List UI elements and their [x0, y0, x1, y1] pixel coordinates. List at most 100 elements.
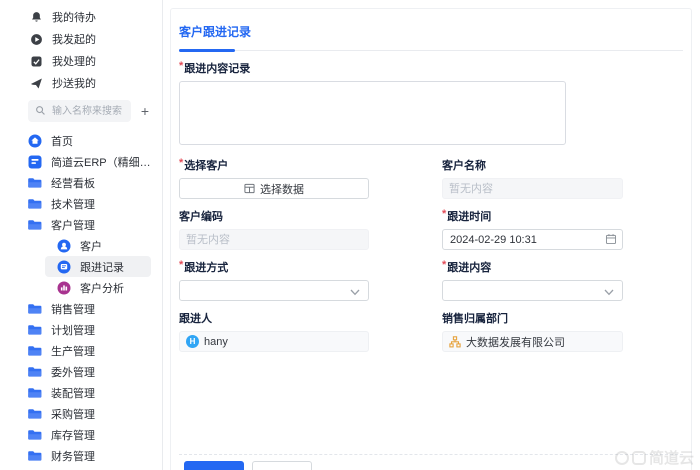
field-label-customer-name: 客户名称 — [442, 160, 486, 172]
required-mark: * — [442, 208, 447, 220]
sidebar-item-cc-to-me[interactable]: 抄送我的 — [0, 72, 162, 94]
paper-plane-icon — [30, 77, 43, 90]
sidebar-item-label: 我的待办 — [52, 12, 96, 24]
sales-department-value: 大数据发展有限公司 — [466, 336, 565, 349]
chevron-down-icon — [604, 289, 614, 296]
sidebar-item-plan-mgmt[interactable]: 计划管理 — [0, 319, 162, 340]
required-mark: * — [179, 259, 184, 271]
sidebar-item-my-processed[interactable]: 我处理的 — [0, 50, 162, 72]
sidebar-item-label: 生产管理 — [51, 345, 95, 358]
form-title: 客户跟进记录 — [179, 25, 252, 39]
search-icon — [35, 105, 46, 116]
field-label-follow-time: * 跟进时间 — [442, 208, 492, 223]
sidebar-item-label: 库存管理 — [51, 429, 95, 442]
sidebar-item-sales-mgmt[interactable]: 销售管理 — [0, 298, 162, 319]
folder-icon — [28, 365, 42, 378]
calendar-icon[interactable] — [605, 233, 617, 245]
sidebar-item-home[interactable]: 首页 — [0, 130, 162, 151]
sidebar-item-label: 首页 — [51, 135, 73, 148]
folder-icon — [28, 386, 42, 399]
sidebar-item-label: 经营看板 — [51, 177, 95, 190]
sidebar-item-customer[interactable]: 客户 — [0, 235, 162, 256]
field-label-follow-content: * 跟进内容 — [442, 259, 492, 274]
bell-icon — [30, 11, 43, 24]
process-icon — [30, 55, 43, 68]
sidebar-item-purchase-mgmt[interactable]: 采购管理 — [0, 403, 162, 424]
folder-icon — [28, 323, 42, 336]
follow-person-field: H hany — [179, 331, 369, 352]
follow-time-input[interactable] — [442, 229, 623, 250]
sidebar-item-app[interactable]: 简道云ERP（精细版-离散MTO）「... — [0, 151, 162, 172]
sidebar-item-label: 我处理的 — [52, 56, 96, 68]
sidebar-item-label: 采购管理 — [51, 408, 95, 421]
field-label-follow-content-record: * 跟进内容记录 — [179, 60, 251, 75]
app-window: 我的待办 我发起的 我处理的 抄送我的 输入名称来搜索 + 首页 简道云ERP（… — [0, 0, 700, 470]
sidebar-item-label: 计划管理 — [51, 324, 95, 337]
folder-icon — [28, 197, 42, 210]
required-mark: * — [179, 60, 184, 72]
sidebar-item-label: 我发起的 — [52, 34, 96, 46]
sidebar-item-finance-mgmt[interactable]: 财务管理 — [0, 445, 162, 466]
sidebar-item-customer-analysis[interactable]: 客户分析 — [0, 277, 162, 298]
follow-person-value: hany — [204, 335, 228, 348]
sidebar-item-tech-mgmt[interactable]: 技术管理 — [0, 193, 162, 214]
customer-icon — [57, 239, 71, 253]
follow-content-select[interactable] — [442, 280, 623, 301]
sidebar-item-label: 抄送我的 — [52, 78, 96, 90]
folder-icon — [28, 344, 42, 357]
sidebar-item-label: 技术管理 — [51, 198, 95, 211]
avatar: H — [186, 335, 199, 348]
sidebar-item-label: 委外管理 — [51, 366, 95, 379]
secondary-button[interactable] — [252, 461, 312, 470]
folder-icon — [28, 428, 42, 441]
form-buttons — [184, 461, 312, 470]
sidebar-item-label: 客户管理 — [51, 219, 95, 232]
sidebar-item-dashboard[interactable]: 经营看板 — [0, 172, 162, 193]
title-underline — [179, 48, 683, 52]
org-chart-icon — [449, 335, 461, 348]
select-data-icon — [244, 183, 255, 194]
sidebar-item-inventory-mgmt[interactable]: 库存管理 — [0, 424, 162, 445]
progress-bar — [179, 49, 235, 52]
field-label-follow-person: 跟进人 — [179, 313, 212, 325]
customer-code-input — [179, 229, 369, 250]
field-label-customer-code: 客户编码 — [179, 211, 223, 223]
form-panel: 客户跟进记录 * 跟进内容记录 * 选择客户 选择数据 客户名称 暂无内容 客户… — [170, 8, 692, 470]
select-data-button[interactable]: 选择数据 — [179, 178, 369, 199]
field-label-sales-department: 销售归属部门 — [442, 313, 508, 325]
analysis-icon — [57, 281, 71, 295]
add-button[interactable]: + — [136, 102, 154, 120]
sales-department-field: 大数据发展有限公司 — [442, 331, 623, 352]
follow-content-record-textarea[interactable] — [179, 81, 566, 145]
required-mark: * — [179, 157, 184, 169]
divider — [179, 454, 683, 455]
home-icon — [28, 134, 42, 148]
sidebar-item-label: 销售管理 — [51, 303, 95, 316]
sidebar-search-row: + — [28, 100, 154, 122]
app-icon — [28, 155, 42, 169]
folder-icon — [28, 407, 42, 420]
sidebar-item-follow-record[interactable]: 跟进记录 — [45, 256, 151, 277]
submit-button[interactable] — [184, 461, 244, 470]
sidebar: 我的待办 我发起的 我处理的 抄送我的 输入名称来搜索 + 首页 简道云ERP（… — [0, 0, 163, 470]
folder-icon — [28, 302, 42, 315]
sidebar-item-outsourcing-mgmt[interactable]: 委外管理 — [0, 361, 162, 382]
sidebar-item-customer-mgmt[interactable]: 客户管理 — [0, 214, 162, 235]
follow-record-icon — [57, 260, 71, 274]
field-label-follow-method: * 跟进方式 — [179, 259, 229, 274]
follow-method-select[interactable] — [179, 280, 369, 301]
sidebar-item-my-todo[interactable]: 我的待办 — [0, 6, 162, 28]
sidebar-item-label: 客户 — [80, 240, 102, 253]
sidebar-item-label: 装配管理 — [51, 387, 95, 400]
customer-name-input — [442, 178, 623, 199]
folder-icon — [28, 176, 42, 189]
sidebar-item-production-mgmt[interactable]: 生产管理 — [0, 340, 162, 361]
required-mark: * — [442, 259, 447, 271]
sidebar-item-my-initiated[interactable]: 我发起的 — [0, 28, 162, 50]
divider — [179, 50, 683, 51]
sidebar-item-label: 客户分析 — [80, 282, 124, 295]
sidebar-item-assembly-mgmt[interactable]: 装配管理 — [0, 382, 162, 403]
sidebar-item-label: 跟进记录 — [80, 261, 124, 274]
form-area: * 跟进内容记录 * 选择客户 选择数据 客户名称 暂无内容 客户编码 暂无内容… — [179, 60, 691, 352]
sidebar-item-label: 简道云ERP（精细版-离散MTO）「... — [51, 156, 161, 169]
